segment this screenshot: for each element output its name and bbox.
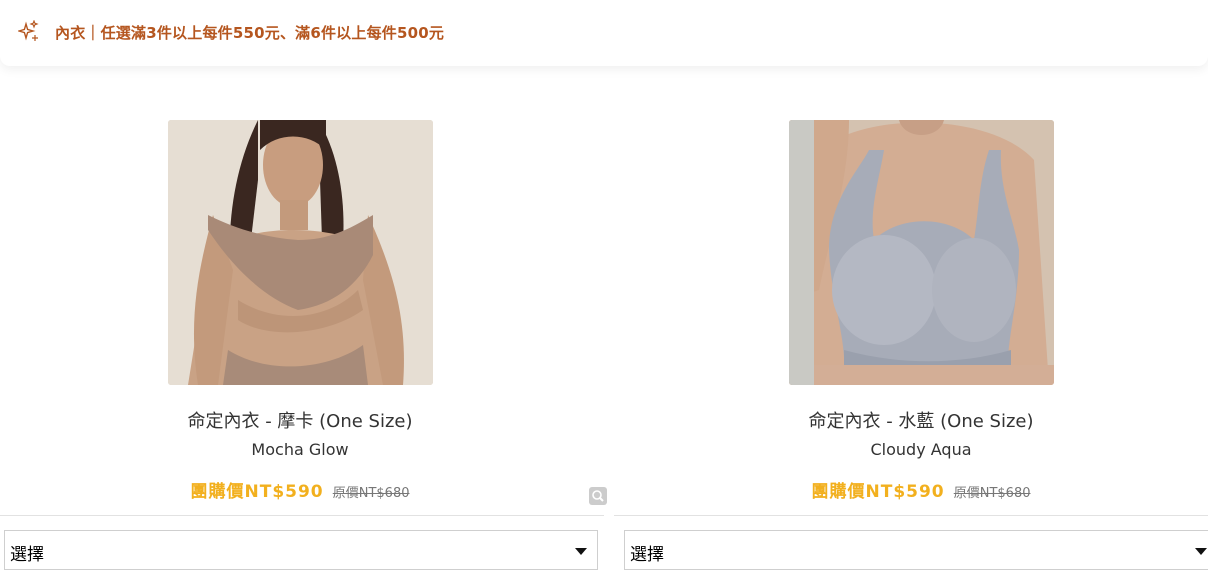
select-label: 選擇 [10,545,44,565]
product-subtitle: Mocha Glow [251,440,349,459]
original-price: 原價NT$680 [953,486,1031,501]
variant-select[interactable]: 選擇 [4,530,598,570]
caret-down-icon [1195,548,1207,555]
product-subtitle: Cloudy Aqua [870,440,972,459]
caret-down-icon [575,548,587,555]
select-label: 選擇 [630,545,664,565]
product-name[interactable]: 命定內衣 - 水藍 (One Size) [621,407,1208,433]
product-card-aqua: 命定內衣 - 水藍 (One Size) Cloudy Aqua 團購價NT$5… [614,120,1208,581]
price-row: 團購價NT$590 原價NT$680 [621,477,1208,502]
divider [0,515,604,516]
divider [614,515,1208,516]
variant-select[interactable]: 選擇 [624,530,1208,570]
promo-banner: 內衣｜任選滿3件以上每件550元、滿6件以上每件500元 [0,0,1208,66]
group-price: 團購價NT$590 [811,482,945,502]
original-price: 原價NT$680 [332,486,410,501]
product-name[interactable]: 命定內衣 - 摩卡 (One Size) [0,407,600,433]
promo-text: 內衣｜任選滿3件以上每件550元、滿6件以上每件500元 [55,24,445,42]
price-row: 團購價NT$590 原價NT$680 [0,477,600,502]
product-image-mocha[interactable] [168,120,433,385]
product-image-aqua[interactable] [789,120,1054,385]
product-card-mocha: 命定內衣 - 摩卡 (One Size) Mocha Glow 團購價NT$59… [0,120,607,581]
group-price: 團購價NT$590 [190,482,324,502]
sparkle-icon [18,20,39,41]
